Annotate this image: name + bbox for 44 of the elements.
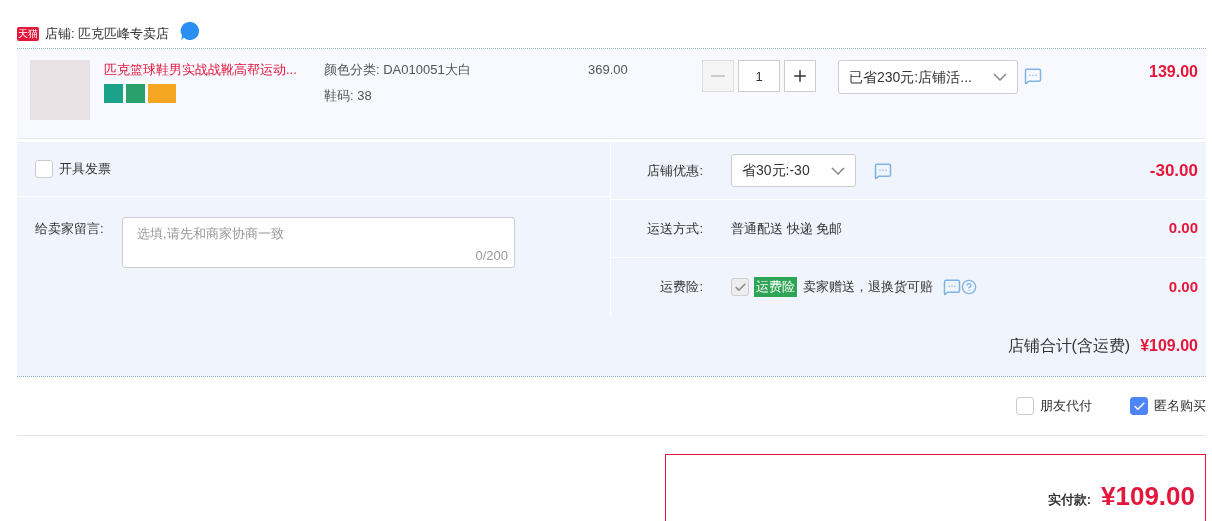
- discount-select[interactable]: 省30元:-30: [731, 154, 856, 187]
- quantity-field[interactable]: 1: [738, 60, 780, 92]
- row-label: 店铺优惠:: [646, 161, 704, 180]
- plus-icon: [791, 67, 809, 85]
- row-amount: 0.00: [1168, 276, 1198, 297]
- chat-bubble-icon[interactable]: [179, 20, 202, 42]
- store-badge: 天猫: [17, 27, 39, 41]
- check-icon: [733, 280, 747, 294]
- message-label: 给卖家留言:: [35, 220, 105, 238]
- option-label: 朋友代付: [1040, 397, 1092, 416]
- character-counter: 0/200: [475, 246, 508, 265]
- item-subtotal: 139.00: [1149, 62, 1198, 82]
- promo-select[interactable]: 已省230元:店铺活...: [838, 60, 1018, 94]
- comment-icon[interactable]: [943, 278, 961, 296]
- payment-amount: ¥109.00: [1101, 483, 1195, 509]
- row-amount: -30.00: [1149, 159, 1198, 182]
- checkbox[interactable]: [35, 160, 53, 178]
- insurance-text: 卖家赠送，退换货可赔: [803, 278, 933, 297]
- minus-icon: [711, 75, 725, 77]
- chevron-down-icon: [993, 73, 1007, 81]
- comment-icon[interactable]: [1024, 67, 1042, 85]
- checkbox[interactable]: [1016, 397, 1034, 415]
- payment-label: 实付款:: [1047, 491, 1091, 509]
- help-icon[interactable]: [961, 279, 977, 295]
- checkbox[interactable]: [1130, 397, 1148, 415]
- unit-price: 369.00: [588, 61, 629, 79]
- check-icon: [1132, 399, 1146, 413]
- insurance-tag: 运费险: [754, 277, 797, 297]
- row-label: 运费险:: [659, 278, 704, 297]
- sku-text: 鞋码: 38: [324, 86, 373, 105]
- shipping-method: 普通配送 快递 免邮: [731, 219, 843, 238]
- product-title[interactable]: 匹克篮球鞋男实战战靴高帮运动...: [104, 60, 324, 80]
- shop-name[interactable]: 店铺: 匹克匹峰专卖店: [45, 24, 170, 44]
- option-label: 匿名购买: [1154, 397, 1206, 416]
- row-label: 运送方式:: [646, 219, 704, 238]
- comment-icon[interactable]: [874, 161, 892, 180]
- shop-total-label: 店铺合计(含运费): [1007, 336, 1131, 356]
- sku-text: 颜色分类: DA010051大白: [324, 61, 472, 79]
- chevron-down-icon: [831, 166, 845, 175]
- row-amount: 0.00: [1168, 218, 1198, 239]
- shop-total-amount: ¥109.00: [1140, 336, 1198, 356]
- invoice-label: 开具发票: [59, 160, 111, 179]
- photo-placeholder: [30, 60, 90, 120]
- plus-button[interactable]: [784, 60, 816, 92]
